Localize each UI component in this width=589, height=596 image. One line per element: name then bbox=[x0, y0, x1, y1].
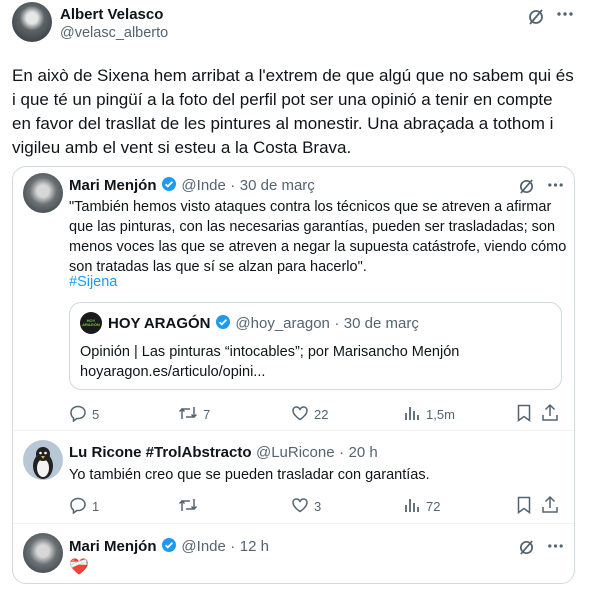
reply-2-emoji: ❤️‍🩹 bbox=[69, 559, 89, 576]
post-text: En això de Sixena hem arribat a l'extrem… bbox=[12, 66, 574, 157]
nested-line-1: Opinión | Las pinturas “intocables”; por… bbox=[80, 344, 460, 360]
reply-1-text: Yo también creo que se pueden trasladar … bbox=[69, 467, 430, 483]
like-count: 22 bbox=[314, 407, 329, 422]
reply-count: 5 bbox=[92, 407, 100, 422]
quoted-name[interactable]: Mari Menjón bbox=[69, 177, 157, 194]
views-count: 1,5m bbox=[426, 407, 455, 422]
nested-name[interactable]: HOY ARAGÓN bbox=[108, 315, 211, 332]
separator-dot: · bbox=[334, 315, 340, 332]
separator-dot: · bbox=[230, 177, 236, 194]
reply-2-handle[interactable]: @Inde bbox=[181, 538, 225, 555]
grok-icon[interactable] bbox=[518, 178, 535, 195]
nested-header: HOY ARAGÓN @hoy_aragon · 30 de març bbox=[108, 314, 419, 335]
more-icon[interactable] bbox=[547, 543, 564, 549]
author-handle[interactable]: @velasc_alberto bbox=[60, 25, 168, 41]
reply-avatar-penguin[interactable] bbox=[23, 440, 63, 480]
author-avatar[interactable] bbox=[12, 2, 52, 42]
author-name[interactable]: Albert Velasco bbox=[60, 6, 163, 23]
bookmark-icon[interactable] bbox=[516, 496, 532, 514]
reply-2-name[interactable]: Mari Menjón bbox=[69, 538, 157, 555]
verified-icon bbox=[161, 176, 177, 197]
retweet-icon bbox=[178, 496, 198, 517]
reply-1-header: Lu Ricone #TrolAbstracto @LuRicone · 20 … bbox=[69, 444, 378, 462]
quoted-avatar[interactable] bbox=[23, 173, 63, 213]
more-icon[interactable] bbox=[556, 11, 574, 17]
reply-icon bbox=[69, 404, 87, 425]
divider bbox=[13, 523, 574, 524]
nested-quote-card[interactable]: HOY ARAGÓN HOY ARAGÓN @hoy_aragon · 30 d… bbox=[69, 302, 562, 390]
grok-icon[interactable] bbox=[527, 8, 545, 26]
retweet-icon bbox=[178, 404, 198, 425]
like-button[interactable]: 3 bbox=[291, 496, 321, 517]
views-button[interactable]: 1,5m bbox=[403, 404, 455, 425]
verified-icon bbox=[161, 537, 177, 558]
views-button[interactable]: 72 bbox=[403, 496, 440, 517]
reply-button[interactable]: 1 bbox=[69, 496, 99, 517]
verified-icon bbox=[215, 314, 231, 335]
quoted-header: Mari Menjón @Inde · 30 de març bbox=[69, 176, 315, 197]
share-icon[interactable] bbox=[541, 495, 559, 514]
logo-text: HOY ARAGÓN bbox=[82, 318, 100, 327]
reply-count: 1 bbox=[92, 499, 100, 514]
hoy-aragon-logo: HOY ARAGÓN bbox=[80, 312, 102, 334]
views-icon bbox=[403, 496, 421, 517]
reply-icon bbox=[69, 496, 87, 517]
like-count: 3 bbox=[314, 499, 322, 514]
nested-time[interactable]: 30 de març bbox=[344, 315, 419, 332]
reply-2-avatar[interactable] bbox=[23, 533, 63, 573]
nested-line-2[interactable]: hoyaragon.es/articulo/opini... bbox=[80, 362, 265, 382]
views-icon bbox=[403, 404, 421, 425]
quoted-handle[interactable]: @Inde bbox=[181, 177, 225, 194]
reply-button[interactable]: 5 bbox=[69, 404, 99, 425]
retweet-count: 7 bbox=[203, 407, 211, 422]
share-icon[interactable] bbox=[541, 403, 559, 422]
like-button[interactable]: 22 bbox=[291, 404, 328, 425]
separator-dot: · bbox=[230, 538, 236, 555]
reply-2-header: Mari Menjón @Inde · 12 h bbox=[69, 537, 269, 558]
grok-icon[interactable] bbox=[518, 539, 535, 556]
separator-dot: · bbox=[339, 444, 345, 461]
reply-1-time[interactable]: 20 h bbox=[349, 444, 378, 461]
reply-1-name[interactable]: Lu Ricone #TrolAbstracto bbox=[69, 444, 252, 461]
retweet-button[interactable]: 7 bbox=[178, 404, 210, 425]
quoted-thread-card[interactable]: Mari Menjón @Inde · 30 de març "También … bbox=[12, 166, 575, 584]
reply-2-time[interactable]: 12 h bbox=[240, 538, 269, 555]
retweet-button[interactable] bbox=[178, 496, 203, 517]
more-icon[interactable] bbox=[547, 182, 564, 188]
like-icon bbox=[291, 496, 309, 517]
hashtag-link[interactable]: #Sijena bbox=[69, 272, 117, 292]
reply-1-handle[interactable]: @LuRicone bbox=[256, 444, 335, 461]
views-count: 72 bbox=[426, 499, 441, 514]
divider bbox=[13, 430, 574, 431]
quoted-text: "También hemos visto ataques contra los … bbox=[69, 199, 567, 275]
quoted-time[interactable]: 30 de març bbox=[240, 177, 315, 194]
nested-handle[interactable]: @hoy_aragon bbox=[235, 315, 329, 332]
like-icon bbox=[291, 404, 309, 425]
bookmark-icon[interactable] bbox=[516, 404, 532, 422]
